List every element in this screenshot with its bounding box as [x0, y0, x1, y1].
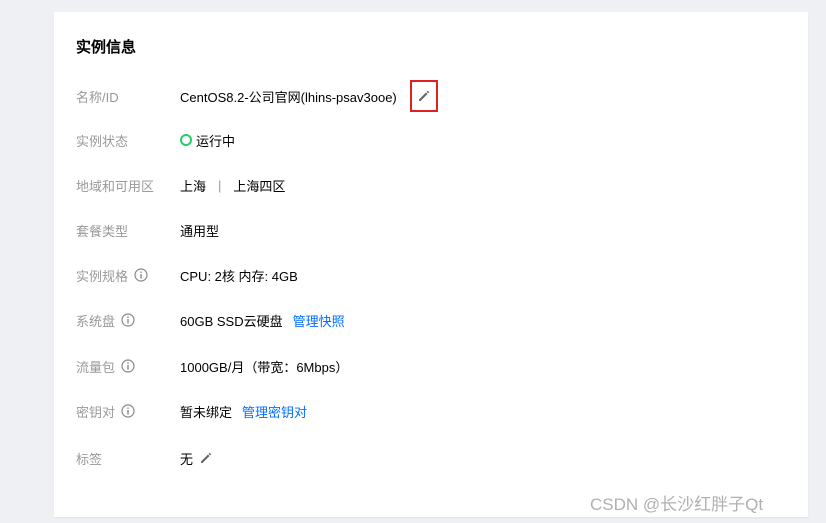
- label-tags: 标签: [76, 451, 103, 467]
- edit-name-highlight: [410, 80, 438, 112]
- region-separator: |: [218, 177, 222, 193]
- label-traffic: 流量包: [76, 357, 180, 376]
- value-tags: 无: [180, 449, 213, 468]
- traffic-info-icon[interactable]: [121, 359, 135, 373]
- label-keypair: 密钥对: [76, 402, 180, 421]
- label-spec: 实例规格: [76, 266, 180, 285]
- value-plan-type: 通用型: [180, 223, 220, 239]
- csdn-watermark: CSDN @长沙红胖子Qt: [590, 495, 764, 514]
- label-system-disk: 系统盘: [76, 311, 180, 330]
- value-system-disk: 60GB SSD云硬盘 管理快照: [180, 311, 345, 330]
- spec-info-icon[interactable]: [134, 268, 148, 282]
- system-disk-info-icon[interactable]: [121, 313, 135, 327]
- value-status: 运行中: [180, 131, 235, 150]
- value-name-id: CentOS8.2-公司官网(lhins-psav3ooe): [180, 89, 397, 105]
- label-region: 地域和可用区: [76, 178, 155, 194]
- edit-name-pencil-icon[interactable]: [417, 89, 431, 103]
- value-region: 上海 | 上海四区: [180, 177, 286, 194]
- card-title: 实例信息: [76, 39, 137, 56]
- label-plan-type: 套餐类型: [76, 223, 129, 239]
- instance-info-card: 实例信息 名称/ID CentOS8.2-公司官网(lhins-psav3ooe…: [54, 12, 808, 517]
- status-running-icon: [180, 134, 192, 146]
- value-spec: CPU: 2核 内存: 4GB: [180, 268, 298, 284]
- manage-keypair-link[interactable]: 管理密钥对: [242, 402, 307, 421]
- value-traffic: 1000GB/月（带宽：6Mbps）: [180, 359, 349, 375]
- edit-tags-pencil-icon[interactable]: [199, 451, 213, 465]
- label-status: 实例状态: [76, 133, 129, 149]
- label-name-id: 名称/ID: [76, 89, 119, 105]
- value-keypair: 暂未绑定 管理密钥对: [180, 402, 307, 421]
- manage-snapshot-link[interactable]: 管理快照: [293, 311, 345, 330]
- keypair-info-icon[interactable]: [121, 404, 135, 418]
